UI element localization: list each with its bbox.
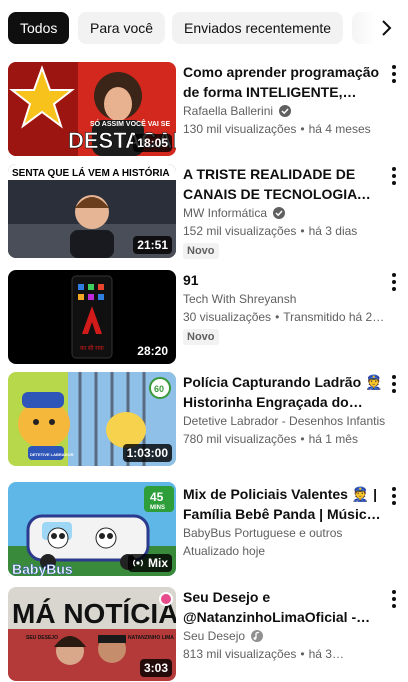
thumb-text: MINS xyxy=(150,505,165,511)
video-thumbnail[interactable]: का सी राक 28:20 xyxy=(8,270,176,364)
video-item[interactable]: का सी राक 28:20 91 Tech With Shreyansh 3… xyxy=(0,264,408,364)
video-stats: 30 visualizações • Transmitido há 2… xyxy=(183,310,385,324)
video-stats: 780 mil visualizações • há 1 mês xyxy=(183,432,358,446)
video-info: Mix de Policiais Valentes 👮 | Família Be… xyxy=(183,484,385,560)
thumb-text: BabyBus xyxy=(12,561,73,576)
video-channel[interactable]: Tech With Shreyansh xyxy=(183,290,296,308)
video-title[interactable]: Como aprender programação de forma INTEL… xyxy=(183,62,385,102)
thumb-text: DETETIVE LABRADOR xyxy=(30,452,74,457)
thumb-text: SEU DESEJO xyxy=(26,635,58,641)
video-duration: 18:05 xyxy=(133,134,172,152)
video-views: 30 visualizações xyxy=(183,310,272,324)
thumb-text: 60 xyxy=(154,384,164,394)
more-vertical-icon[interactable] xyxy=(384,587,404,611)
more-vertical-icon[interactable] xyxy=(384,62,404,86)
video-info: 91 Tech With Shreyansh 30 visualizações •… xyxy=(183,270,385,345)
video-thumbnail[interactable]: SÓ ASSIM VOCÊ VAI SE DESTACAR 18:05 xyxy=(8,62,176,156)
thumb-text: 45 xyxy=(150,490,164,504)
more-vertical-icon[interactable] xyxy=(384,372,404,396)
video-item[interactable]: SENTA QUE LÁ VEM A HISTÓRIA 21:51 A TRIS… xyxy=(0,158,408,259)
video-views: 780 mil visualizações xyxy=(183,432,297,446)
video-views: 152 mil visualizações xyxy=(183,224,297,238)
video-channel-row: Tech With Shreyansh xyxy=(183,290,385,308)
video-age: há 3… xyxy=(308,647,344,661)
mix-radio-icon xyxy=(133,559,143,567)
video-item[interactable]: 60 DETETIVE LABRADOR 1:03:00 Polícia Cap… xyxy=(0,366,408,466)
video-age: há 4 meses xyxy=(308,122,371,136)
chip-para-voce[interactable]: Para você xyxy=(78,12,166,44)
video-channel[interactable]: Seu Desejo xyxy=(183,627,245,645)
video-info: A TRISTE REALIDADE DE CANAIS DE TECNOLOG… xyxy=(183,164,385,259)
chip-todos[interactable]: Todos xyxy=(8,12,70,44)
more-vertical-icon[interactable] xyxy=(384,164,404,188)
video-title[interactable]: Polícia Capturando Ladrão 👮 Historinha E… xyxy=(183,372,385,412)
video-duration: 28:20 xyxy=(133,342,172,360)
video-duration: 3:03 xyxy=(139,659,172,677)
video-duration: 21:51 xyxy=(133,236,172,254)
video-title[interactable]: A TRISTE REALIDADE DE CANAIS DE TECNOLOG… xyxy=(183,164,385,204)
video-channel[interactable]: Detetive Labrador - Desenhos Infantis xyxy=(183,412,385,430)
chevron-right-icon[interactable] xyxy=(374,16,398,40)
video-channel[interactable]: BabyBus Portuguese e outros xyxy=(183,524,342,542)
video-age: Transmitido há 2… xyxy=(283,310,385,324)
video-title[interactable]: 91 xyxy=(183,270,385,290)
more-vertical-icon[interactable] xyxy=(384,270,404,294)
video-title[interactable]: Mix de Policiais Valentes 👮 | Família Be… xyxy=(183,484,385,524)
video-age: Atualizado hoje xyxy=(183,544,266,558)
video-age: há 3 dias xyxy=(308,224,358,238)
new-badge: Novo xyxy=(183,243,219,259)
thumb-text: का सी राक xyxy=(80,344,104,352)
verified-check-icon xyxy=(273,207,286,219)
thumb-text: SÓ ASSIM VOCÊ VAI SE xyxy=(90,119,170,128)
video-channel-row: MW Informática xyxy=(183,204,385,222)
more-vertical-icon[interactable] xyxy=(384,484,404,508)
video-age: há 1 mês xyxy=(308,432,358,446)
video-channel-row: Rafaella Ballerini xyxy=(183,102,385,120)
video-item[interactable]: MÁ NOTÍCIA SEU DESEJO NATANZINHO LIMA 3:… xyxy=(0,581,408,681)
video-stats: 152 mil visualizações • há 3 dias xyxy=(183,224,358,238)
video-thumbnail[interactable]: MÁ NOTÍCIA SEU DESEJO NATANZINHO LIMA 3:… xyxy=(8,587,176,681)
video-channel-row: Seu Desejo xyxy=(183,627,385,645)
mix-label: Mix xyxy=(147,556,168,570)
video-channel-row: Detetive Labrador - Desenhos Infantis xyxy=(183,412,385,430)
video-stats: Atualizado hoje xyxy=(183,542,385,560)
new-badge: Novo xyxy=(183,329,219,345)
video-channel-row: BabyBus Portuguese e outros xyxy=(183,524,385,542)
video-channel[interactable]: Rafaella Ballerini xyxy=(183,102,273,120)
video-views: 130 mil visualizações xyxy=(183,122,297,136)
video-info: Como aprender programação de forma INTEL… xyxy=(183,62,385,138)
thumb-text: SENTA QUE LÁ VEM A HISTÓRIA xyxy=(12,166,170,179)
video-channel[interactable]: MW Informática xyxy=(183,204,267,222)
video-views: 813 mil visualizações xyxy=(183,647,297,661)
video-info: Seu Desejo e @NatanzinhoLimaOficial - Má… xyxy=(183,587,385,663)
thumb-text: NATANZINHO LIMA xyxy=(128,635,174,641)
video-title[interactable]: Seu Desejo e @NatanzinhoLimaOficial - Má… xyxy=(183,587,385,627)
verified-check-icon xyxy=(279,105,292,117)
chip-enviados-recentemente[interactable]: Enviados recentemente xyxy=(172,12,344,44)
video-item[interactable]: 45 MINS BabyBus Mix Mix de Policiais Val… xyxy=(0,478,408,578)
video-stats: 130 mil visualizações • há 4 meses xyxy=(183,122,371,136)
video-thumbnail[interactable]: 45 MINS BabyBus Mix xyxy=(8,482,176,576)
video-info: Polícia Capturando Ladrão 👮 Historinha E… xyxy=(183,372,385,448)
thumb-text: MÁ NOTÍCIA xyxy=(12,598,176,629)
video-thumbnail[interactable]: 60 DETETIVE LABRADOR 1:03:00 xyxy=(8,372,176,466)
video-stats: 813 mil visualizações • há 3… xyxy=(183,647,344,661)
video-duration: 1:03:00 xyxy=(122,444,172,462)
verified-music-icon xyxy=(251,630,264,642)
video-duration: Mix xyxy=(127,554,172,572)
video-item[interactable]: SÓ ASSIM VOCÊ VAI SE DESTACAR 18:05 Como… xyxy=(0,56,408,156)
filter-chip-bar: Todos Para você Enviados recentemente xyxy=(0,0,408,56)
video-thumbnail[interactable]: SENTA QUE LÁ VEM A HISTÓRIA 21:51 xyxy=(8,164,176,258)
